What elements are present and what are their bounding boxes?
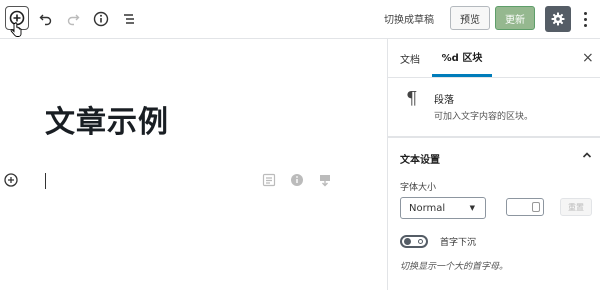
block-inline-tools bbox=[262, 173, 332, 187]
update-button[interactable]: 更新 bbox=[495, 6, 535, 30]
sidebar-tabs: 文档 %d 区块 × bbox=[388, 39, 600, 78]
gear-icon bbox=[551, 12, 565, 26]
settings-button[interactable] bbox=[545, 6, 571, 32]
font-size-select[interactable]: Normal ▼ bbox=[400, 197, 486, 219]
font-size-value: Normal bbox=[409, 202, 446, 214]
paragraph-block-icon[interactable] bbox=[262, 173, 276, 187]
inline-add-block-button[interactable] bbox=[3, 172, 19, 192]
more-vertical-icon bbox=[583, 11, 587, 15]
editor-canvas: 文章示例 bbox=[0, 39, 386, 290]
image-block-icon[interactable] bbox=[318, 173, 332, 187]
paragraph-icon: ¶ bbox=[406, 88, 418, 109]
block-description: 可加入文字内容的区块。 bbox=[434, 112, 534, 122]
editor-header: 切换成草稿 预览 更新 bbox=[0, 0, 600, 39]
list-icon bbox=[124, 14, 134, 24]
toggle-knob bbox=[404, 238, 411, 245]
close-sidebar-button[interactable]: × bbox=[582, 51, 594, 65]
number-spinner-icon[interactable] bbox=[532, 202, 540, 212]
preview-button[interactable]: 预览 bbox=[450, 6, 490, 30]
block-name: 段落 bbox=[434, 95, 454, 106]
drop-cap-toggle[interactable] bbox=[400, 235, 428, 248]
undo-icon bbox=[39, 14, 52, 26]
post-title[interactable]: 文章示例 bbox=[45, 97, 169, 141]
font-size-label: 字体大小 bbox=[400, 183, 437, 193]
chevron-up-icon[interactable] bbox=[581, 149, 593, 161]
tab-block[interactable]: %d 区块 bbox=[432, 39, 492, 77]
drop-cap-label: 首字下沉 bbox=[440, 238, 477, 248]
text-settings-toggle[interactable]: 文本设置 bbox=[400, 151, 440, 166]
info-icon[interactable] bbox=[290, 173, 304, 187]
plus-circle-icon bbox=[4, 173, 18, 187]
paragraph-block-caret[interactable] bbox=[45, 173, 46, 189]
redo-button[interactable] bbox=[62, 8, 84, 30]
toggle-off-indicator bbox=[418, 239, 423, 244]
undo-button[interactable] bbox=[35, 8, 57, 30]
tab-document[interactable]: 文档 bbox=[400, 39, 420, 77]
block-card: ¶ 段落 可加入文字内容的区块。 bbox=[388, 78, 600, 137]
reset-font-size-button[interactable]: 重置 bbox=[560, 198, 592, 216]
chevron-down-icon: ▼ bbox=[469, 204, 475, 212]
more-menu-button[interactable] bbox=[578, 8, 592, 30]
custom-font-size-input[interactable] bbox=[506, 198, 544, 216]
outline-button[interactable] bbox=[118, 8, 140, 30]
text-settings-panel: 文本设置 字体大小 Normal ▼ 重置 首字下沉 切换显示一个大的首字母。 bbox=[388, 137, 600, 290]
info-icon bbox=[93, 11, 109, 27]
info-button[interactable] bbox=[90, 8, 112, 30]
hand-cursor-icon bbox=[10, 22, 22, 37]
divider bbox=[388, 137, 600, 138]
settings-sidebar: 文档 %d 区块 × ¶ 段落 可加入文字内容的区块。 文本设置 字体大小 No… bbox=[387, 39, 600, 290]
redo-icon bbox=[67, 14, 80, 26]
switch-to-draft-link[interactable]: 切换成草稿 bbox=[384, 11, 434, 26]
drop-cap-help: 切换显示一个大的首字母。 bbox=[400, 262, 509, 272]
